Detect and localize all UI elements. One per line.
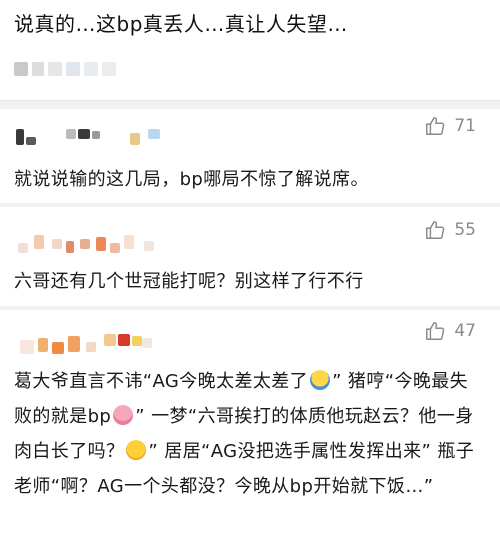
post-card[interactable]: 说真的…这bp真丢人…真让人失望… [0, 0, 500, 101]
comment-text: 六哥还有几个世冠能打呢？别这样了行不行 [14, 271, 364, 292]
comment-card[interactable]: 55 六哥还有几个世冠能打呢？别这样了行不行 [0, 207, 500, 306]
comment-text: 葛大爷直言不讳“AG今晚太差太差了” 猪哼“今晚最失败的就是bp” 一梦“六哥挨… [14, 364, 480, 504]
thinking-emoji-icon [126, 440, 147, 460]
pig-emoji-icon [113, 405, 134, 425]
like-button[interactable]: 47 [424, 320, 476, 342]
like-count: 55 [454, 220, 476, 240]
commenter-name-blurred [12, 320, 192, 354]
shrug-emoji-icon [310, 370, 331, 390]
commenter-name-blurred [12, 119, 192, 147]
comment-text-part: 葛大爷直言不讳“AG今晚太差太差了 [14, 371, 309, 392]
comment-card[interactable]: 71 就说说输的这几局，bp哪局不惊了解说席。 [0, 109, 500, 203]
post-text: 说真的…这bp真丢人…真让人失望… [14, 12, 348, 36]
commenter-name-blurred [12, 217, 192, 253]
like-count: 47 [454, 321, 476, 341]
thumbs-up-icon [426, 221, 445, 239]
comment-text: 就说说输的这几局，bp哪局不惊了解说席。 [14, 169, 369, 190]
post-meta-blurred [12, 60, 132, 78]
like-count: 71 [454, 116, 476, 136]
like-button[interactable]: 55 [424, 219, 476, 241]
thumbs-up-icon [426, 322, 445, 340]
comment-card[interactable]: 47 葛大爷直言不讳“AG今晚太差太差了” 猪哼“今晚最失败的就是bp” 一梦“… [0, 310, 500, 542]
thumbs-up-icon [426, 117, 445, 135]
like-button[interactable]: 71 [424, 115, 476, 137]
